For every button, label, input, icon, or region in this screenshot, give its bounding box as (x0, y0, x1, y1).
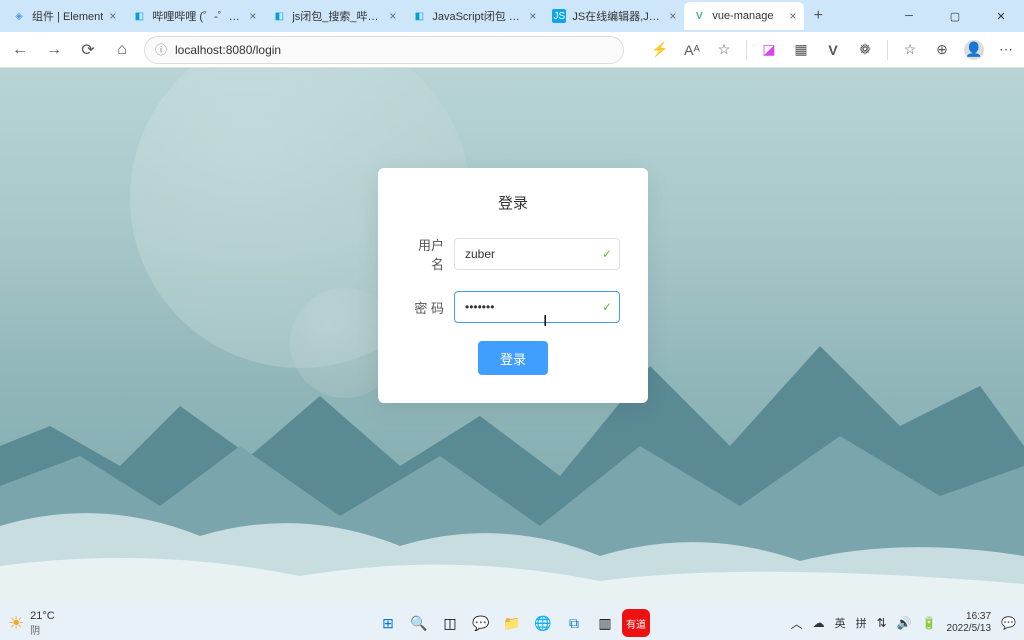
separator (746, 40, 747, 60)
widgets-button[interactable]: 💬 (467, 609, 495, 637)
close-icon[interactable]: × (109, 9, 116, 23)
back-button[interactable]: ← (8, 38, 32, 62)
profile-icon[interactable]: 👤 (964, 40, 984, 60)
vue-favicon: V (692, 9, 706, 23)
favorite-icon[interactable]: ☆ (714, 40, 734, 60)
edge-icon[interactable]: 🌐 (529, 609, 557, 637)
close-icon[interactable]: × (249, 9, 256, 23)
collections-icon[interactable]: ⊕ (932, 40, 952, 60)
browser-tab[interactable]: ◧ JavaScript闭包 - We × (404, 2, 544, 30)
login-button[interactable]: 登录 (478, 341, 548, 375)
password-input[interactable] (454, 291, 620, 323)
browser-tab[interactable]: ◈ 组件 | Element × (4, 2, 124, 30)
url-input[interactable]: ⓘ localhost:8080/login (144, 36, 624, 64)
windows-taskbar: ☀ 21°C 阴 ⊞ 🔍 ◫ 💬 📁 🌐 ⧉ ▥ 有道 ︿ ☁ 英 拼 ⇅ 🔊 … (0, 606, 1024, 640)
new-tab-button[interactable]: + (804, 2, 832, 30)
password-label: 密 码 (406, 298, 454, 317)
login-title: 登录 (406, 192, 620, 213)
volume-icon[interactable]: 🔊 (897, 616, 912, 630)
wifi-icon[interactable]: ⇅ (877, 616, 887, 630)
taskbar-apps: ⊞ 🔍 ◫ 💬 📁 🌐 ⧉ ▥ 有道 (374, 609, 650, 637)
info-icon: ⓘ (155, 41, 167, 58)
close-button[interactable]: ✕ (978, 0, 1024, 32)
tab-title: vue-manage (712, 10, 783, 22)
text-size-icon[interactable]: Aᴬ (682, 40, 702, 60)
chevron-up-icon[interactable]: ︿ (791, 615, 803, 632)
maximize-button[interactable]: ▢ (932, 0, 978, 32)
system-tray: ︿ ☁ 英 拼 ⇅ 🔊 🔋 16:37 2022/5/13 💬 (791, 611, 1016, 635)
bilibili-favicon: ◧ (272, 9, 286, 23)
address-bar: ← → ⟳ ⌂ ⓘ localhost:8080/login ⚡ Aᴬ ☆ ◪ … (0, 32, 1024, 68)
browser-tabbar: ◈ 组件 | Element × ◧ 哔哩哔哩 (゜-゜)つ口 × ◧ js闭包… (0, 0, 1024, 32)
explorer-icon[interactable]: 📁 (498, 609, 526, 637)
home-button[interactable]: ⌂ (110, 38, 134, 62)
notifications-icon[interactable]: 💬 (1001, 616, 1016, 630)
browser-tab-active[interactable]: V vue-manage × (684, 2, 804, 30)
vscode-icon[interactable]: ⧉ (560, 609, 588, 637)
weather-widget[interactable]: ☀ 21°C 阴 (8, 610, 55, 637)
close-icon[interactable]: × (529, 9, 536, 23)
url-text: localhost:8080/login (175, 43, 281, 57)
sun-icon: ☀ (8, 613, 24, 634)
browser-tab[interactable]: ◧ 哔哩哔哩 (゜-゜)つ口 × (124, 2, 264, 30)
bilibili-favicon: ◧ (132, 9, 146, 23)
onedrive-icon[interactable]: ☁ (813, 616, 825, 630)
tab-title: js闭包_搜索_哔哩哔 (292, 8, 383, 24)
weather-text: 阴 (30, 622, 55, 637)
tab-title: 哔哩哔哩 (゜-゜)つ口 (152, 8, 243, 24)
date: 2022/5/13 (947, 623, 992, 635)
window-controls: ─ ▢ ✕ (886, 0, 1024, 32)
js-favicon: JS (552, 9, 566, 23)
separator (887, 40, 888, 60)
page-viewport: 登录 用户名 ✓ 密 码 ✓ 登录 I (0, 68, 1024, 606)
username-label: 用户名 (406, 235, 454, 273)
close-icon[interactable]: × (669, 9, 676, 23)
vue-devtools-icon[interactable]: V (823, 40, 843, 60)
username-input[interactable] (454, 238, 620, 270)
read-aloud-icon[interactable]: ⚡ (650, 40, 670, 60)
browser-tab[interactable]: ◧ js闭包_搜索_哔哩哔 × (264, 2, 404, 30)
extension-icon[interactable]: ❁ (855, 40, 875, 60)
tab-title: JavaScript闭包 - We (432, 8, 523, 24)
close-icon[interactable]: × (789, 9, 796, 23)
ime-mode[interactable]: 拼 (856, 615, 867, 631)
task-view-button[interactable]: ◫ (436, 609, 464, 637)
forward-button[interactable]: → (42, 38, 66, 62)
temperature: 21°C (30, 610, 55, 622)
browser-tab[interactable]: JS JS在线编辑器,JS在线 × (544, 2, 684, 30)
close-icon[interactable]: × (389, 9, 396, 23)
element-favicon: ◈ (12, 9, 26, 23)
tab-title: JS在线编辑器,JS在线 (572, 8, 663, 24)
bilibili-favicon: ◧ (412, 9, 426, 23)
minimize-button[interactable]: ─ (886, 0, 932, 32)
success-icon: ✓ (602, 247, 612, 261)
app-icon[interactable]: 有道 (622, 609, 650, 637)
search-button[interactable]: 🔍 (405, 609, 433, 637)
success-icon: ✓ (602, 300, 612, 314)
clock[interactable]: 16:37 2022/5/13 (947, 611, 992, 635)
refresh-button[interactable]: ⟳ (76, 38, 100, 62)
tab-title: 组件 | Element (32, 8, 103, 24)
time: 16:37 (947, 611, 992, 623)
extension-icon[interactable]: ▦ (791, 40, 811, 60)
battery-icon[interactable]: 🔋 (922, 616, 937, 630)
login-card: 登录 用户名 ✓ 密 码 ✓ 登录 I (378, 168, 648, 403)
start-button[interactable]: ⊞ (374, 609, 402, 637)
ime-indicator[interactable]: 英 (835, 615, 846, 631)
favorites-icon[interactable]: ☆ (900, 40, 920, 60)
app-icon[interactable]: ▥ (591, 609, 619, 637)
menu-icon[interactable]: ⋯ (996, 40, 1016, 60)
extension-icon[interactable]: ◪ (759, 40, 779, 60)
